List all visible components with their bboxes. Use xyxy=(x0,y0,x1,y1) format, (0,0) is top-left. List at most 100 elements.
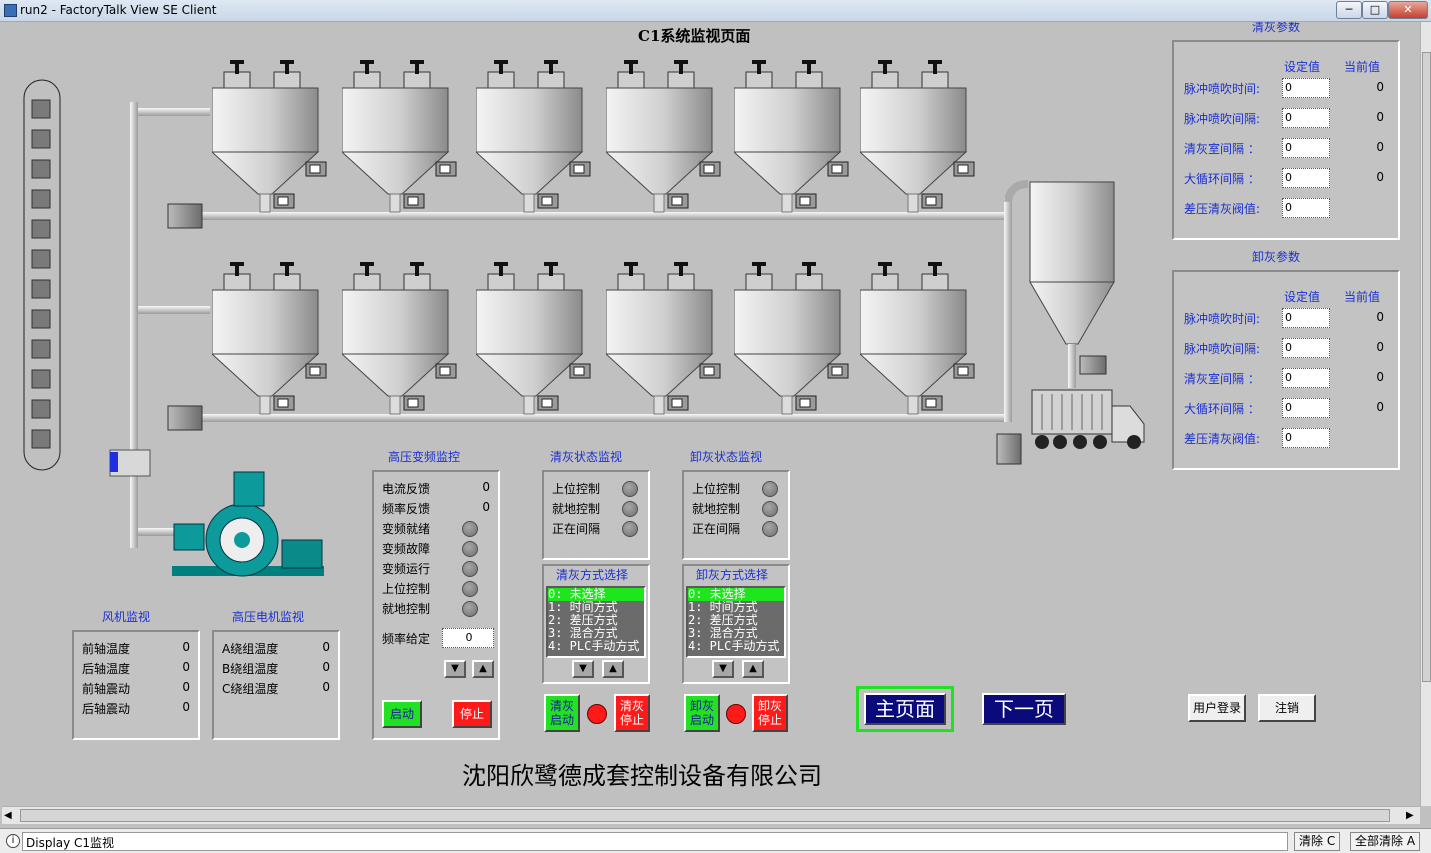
dust-hopper xyxy=(604,60,721,213)
unload-status-led xyxy=(762,481,778,497)
up-arrow-icon[interactable]: ▲ xyxy=(742,660,764,678)
param-setpoint-input[interactable]: 0 xyxy=(1282,368,1330,388)
param-setpoint-input[interactable]: 0 xyxy=(1282,428,1330,448)
param-current-value: 0 xyxy=(1376,80,1384,94)
fan-row-label: 前轴温度 xyxy=(82,642,131,656)
horizontal-scrollbar-track[interactable]: ◀ ▶ xyxy=(2,806,1420,824)
unload-led-label: 正在间隔 xyxy=(692,522,741,536)
hopper-graphic xyxy=(732,60,849,213)
clean-status-led xyxy=(622,521,638,537)
login-button[interactable]: 用户登录 xyxy=(1188,694,1246,722)
close-button[interactable]: ✕ xyxy=(1388,1,1428,19)
up-arrow-icon[interactable]: ▲ xyxy=(602,660,624,678)
dust-hopper xyxy=(732,60,849,213)
clean-status-led xyxy=(622,501,638,517)
hopper-graphic xyxy=(732,262,849,415)
list-item[interactable]: 4: PLC手动方式 xyxy=(688,640,784,653)
xiehui-params-panel: 设定值 当前值 脉冲喷吹时间: 0 0 脉冲喷吹间隔: 0 0 清灰室间隔 ： 0 0 大循环间隔 ：… xyxy=(1172,270,1400,470)
param-label: 脉冲喷吹时间: xyxy=(1184,312,1261,326)
status-bar: i Display C1监视 清除 C 全部清除 A xyxy=(0,828,1431,853)
unload-status-led xyxy=(762,501,778,517)
vfd-start-button[interactable]: 启动 xyxy=(382,700,422,728)
app-icon xyxy=(4,4,17,17)
down-arrow-icon[interactable]: ▼ xyxy=(572,660,594,678)
vfd-led-label: 变频就绪 xyxy=(382,522,431,536)
dust-hopper xyxy=(340,262,457,415)
motor-row-value: 0 xyxy=(322,660,330,674)
dust-hopper xyxy=(474,262,591,415)
param-current-value: 0 xyxy=(1376,110,1384,124)
clean-start-button[interactable]: 清灰 启动 xyxy=(544,694,580,732)
status-message: Display C1监视 xyxy=(26,836,115,850)
param-setpoint-input[interactable]: 0 xyxy=(1282,308,1330,328)
vfd-monitor-title: 高压变频监控 xyxy=(388,450,461,464)
logout-button[interactable]: 注销 xyxy=(1258,694,1316,722)
clear-button[interactable]: 清除 C xyxy=(1294,832,1341,851)
motor-row-value: 0 xyxy=(322,640,330,654)
hopper-graphic xyxy=(474,262,591,415)
vfd-current-value: 0 xyxy=(482,480,490,494)
freq-setpoint-input[interactable]: 0 xyxy=(442,628,494,648)
freq-setpoint-label: 频率给定 xyxy=(382,632,431,646)
unload-mode-list[interactable]: 0: 未选择 1: 时间方式 2: 差压方式 3: 混合方式 4: PLC手动方… xyxy=(686,586,786,658)
param-label: 大循环间隔 ： xyxy=(1184,402,1260,416)
motor-row-value: 0 xyxy=(322,680,330,694)
param-setpoint-input[interactable]: 0 xyxy=(1282,108,1330,128)
dust-hopper xyxy=(210,60,327,213)
dust-hopper xyxy=(340,60,457,213)
down-arrow-icon[interactable]: ▼ xyxy=(444,660,466,678)
clean-status-title: 清灰状态监视 xyxy=(550,450,623,464)
param-label: 清灰室间隔 ： xyxy=(1184,142,1260,156)
unload-led-label: 就地控制 xyxy=(692,502,741,516)
hopper-graphic xyxy=(474,60,591,213)
scroll-right-arrow[interactable]: ▶ xyxy=(1406,810,1414,821)
vfd-status-led xyxy=(462,561,478,577)
unload-stop-button[interactable]: 卸灰 停止 xyxy=(752,694,788,732)
clean-stop-button[interactable]: 清灰 停止 xyxy=(614,694,650,732)
param-setpoint-input[interactable]: 0 xyxy=(1282,398,1330,418)
down-arrow-icon[interactable]: ▼ xyxy=(712,660,734,678)
param-current-value: 0 xyxy=(1376,310,1384,324)
maximize-button[interactable]: □ xyxy=(1362,1,1388,19)
vertical-scrollbar[interactable] xyxy=(1420,22,1431,806)
dust-hopper xyxy=(732,262,849,415)
vfd-current-label: 电流反馈 xyxy=(382,482,431,496)
clear-all-button[interactable]: 全部清除 A xyxy=(1350,832,1421,851)
vfd-stop-button[interactable]: 停止 xyxy=(452,700,492,728)
param-setpoint-input[interactable]: 0 xyxy=(1282,168,1330,188)
clean-led-label: 就地控制 xyxy=(552,502,601,516)
minimize-button[interactable]: ─ xyxy=(1336,1,1362,19)
param-setpoint-input[interactable]: 0 xyxy=(1282,138,1330,158)
dust-hopper xyxy=(210,262,327,415)
list-item[interactable]: 4: PLC手动方式 xyxy=(548,640,644,653)
motor-row-label: B绕组温度 xyxy=(222,662,279,676)
up-arrow-icon[interactable]: ▲ xyxy=(472,660,494,678)
fan-row-value: 0 xyxy=(182,680,190,694)
clean-mode-title: 清灰方式选择 xyxy=(556,568,629,582)
next-page-button[interactable]: 下一页 xyxy=(982,693,1066,725)
unload-status-panel: 上位控制 就地控制 正在间隔 xyxy=(682,470,790,560)
vfd-led-label: 变频故障 xyxy=(382,542,431,556)
window-titlebar: run2 - FactoryTalk View SE Client ─ □ ✕ xyxy=(0,0,1431,22)
hopper-graphic xyxy=(604,262,721,415)
status-message-field[interactable] xyxy=(22,832,1288,851)
unload-status-title: 卸灰状态监视 xyxy=(690,450,763,464)
clean-mode-list[interactable]: 0: 未选择 1: 时间方式 2: 差压方式 3: 混合方式 4: PLC手动方… xyxy=(546,586,646,658)
motor-monitor-title: 高压电机监视 xyxy=(232,610,305,624)
scroll-thumb[interactable] xyxy=(1422,52,1431,682)
param-setpoint-input[interactable]: 0 xyxy=(1282,198,1330,218)
unload-start-button[interactable]: 卸灰 启动 xyxy=(684,694,720,732)
hopper-rows xyxy=(2,22,1002,442)
fan-monitor-title: 风机监视 xyxy=(102,610,151,624)
param-setpoint-input[interactable]: 0 xyxy=(1282,78,1330,98)
motor-row-label: A绕组温度 xyxy=(222,642,279,656)
home-button[interactable]: 主页面 xyxy=(864,693,946,725)
scroll-thumb[interactable] xyxy=(20,809,1390,822)
param-current-value: 0 xyxy=(1376,170,1384,184)
vfd-freq-value: 0 xyxy=(482,500,490,514)
vfd-led-label: 上位控制 xyxy=(382,582,431,596)
clean-status-panel: 上位控制 就地控制 正在间隔 xyxy=(542,470,650,560)
param-setpoint-input[interactable]: 0 xyxy=(1282,338,1330,358)
scroll-left-arrow[interactable]: ◀ xyxy=(4,810,12,821)
qinghui-params-panel: 设定值 当前值 脉冲喷吹时间: 0 0 脉冲喷吹间隔: 0 0 清灰室间隔 ： 0 0 大循环间隔 ：… xyxy=(1172,40,1400,240)
